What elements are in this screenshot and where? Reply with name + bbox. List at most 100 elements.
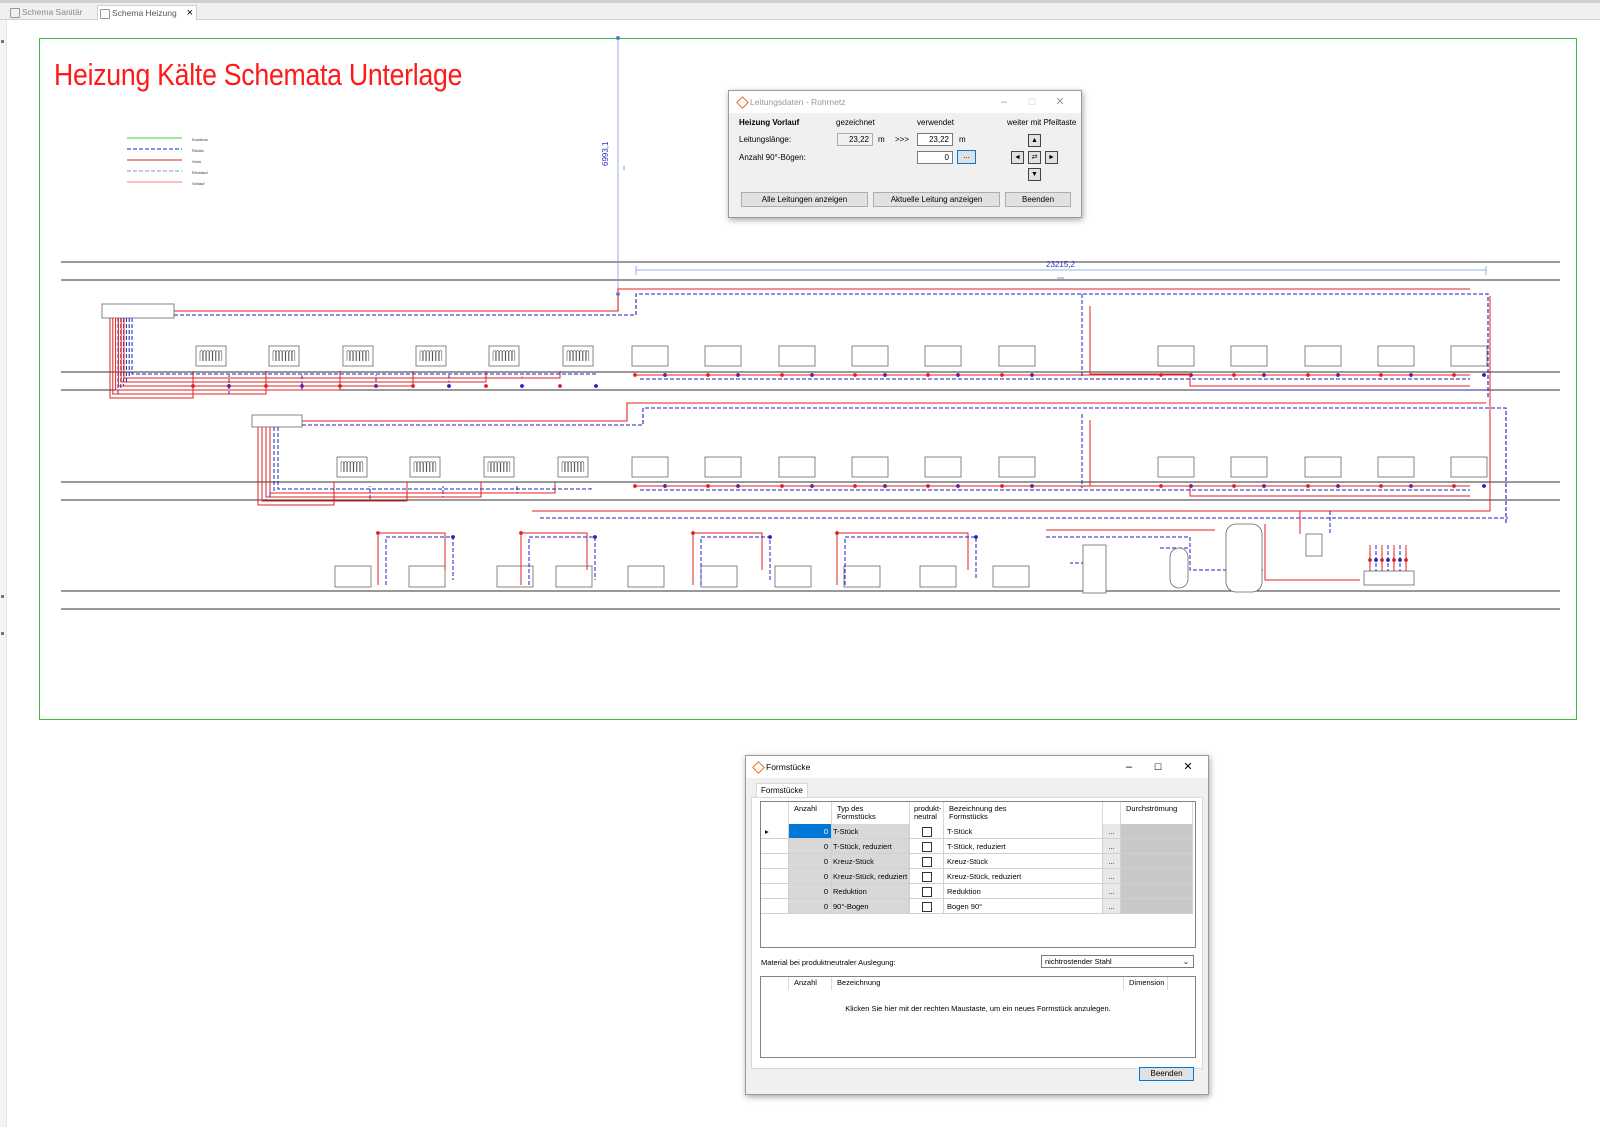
bezeichnung-cell[interactable]: Kreuz-Stück, reduziert bbox=[944, 869, 1103, 884]
anzahl-cell[interactable]: 0 bbox=[789, 884, 832, 899]
table-row[interactable]: 0 Kreuz-Stück Kreuz-Stück... bbox=[761, 854, 1193, 869]
show-all-pipes-button[interactable]: Alle Leitungen anzeigen bbox=[741, 192, 868, 207]
material-select[interactable]: nichtrostender Stahl ⌄ bbox=[1041, 955, 1194, 968]
dimension-horizontal[interactable]: 23215,2 bbox=[1046, 260, 1075, 269]
bezeichnung-cell[interactable]: T-Stück bbox=[944, 824, 1103, 839]
checkbox[interactable] bbox=[922, 872, 932, 882]
row-browse-button[interactable]: ... bbox=[1103, 884, 1121, 899]
produktneutral-cell[interactable] bbox=[910, 899, 944, 914]
table-row[interactable]: ▸ 0 T-Stück T-Stück... bbox=[761, 824, 1193, 839]
arrow-down-button[interactable]: ▼ bbox=[1028, 168, 1041, 181]
dimension-vertical[interactable]: 6993,1 bbox=[601, 142, 610, 166]
table-row[interactable]: 0 Reduktion Reduktion... bbox=[761, 884, 1193, 899]
table-row[interactable]: 0 90°-Bogen Bogen 90°... bbox=[761, 899, 1193, 914]
formstuecke-grid[interactable]: Anzahl Typ des Formstücks produkt-neutra… bbox=[760, 801, 1196, 948]
bezeichnung-cell[interactable]: Kreuz-Stück bbox=[944, 854, 1103, 869]
heating-unit-symbol bbox=[1230, 456, 1268, 478]
pipe-node bbox=[558, 384, 562, 388]
anzahl-cell[interactable]: 0 bbox=[789, 839, 832, 854]
anzahl-cell[interactable]: 0 bbox=[789, 824, 832, 839]
produktneutral-cell[interactable] bbox=[910, 824, 944, 839]
minimize-icon[interactable]: – bbox=[1114, 756, 1144, 778]
radiator-symbol bbox=[342, 345, 374, 367]
heating-unit-symbol bbox=[631, 456, 669, 478]
row-browse-button[interactable]: ... bbox=[1103, 824, 1121, 839]
column-header-produktneutral[interactable]: produkt-neutral bbox=[910, 802, 944, 824]
arrow-left-button[interactable]: ◄ bbox=[1011, 151, 1024, 164]
maximize-icon[interactable]: ☐ bbox=[1143, 756, 1173, 778]
column-header-dimension[interactable]: Dimension bbox=[1124, 977, 1168, 990]
grid-empty-hint[interactable]: Klicken Sie hier mit der rechten Maustas… bbox=[761, 1004, 1195, 1013]
pipe-node bbox=[520, 384, 524, 388]
checkbox[interactable] bbox=[922, 827, 932, 837]
pipe-node bbox=[616, 292, 620, 296]
produktneutral-cell[interactable] bbox=[910, 884, 944, 899]
heating-unit-symbol bbox=[924, 345, 962, 367]
bezeichnung-cell[interactable]: T-Stück, reduziert bbox=[944, 839, 1103, 854]
heating-unit-symbol bbox=[778, 345, 816, 367]
material-select-value: nichtrostender Stahl bbox=[1045, 957, 1112, 966]
arrow-up-button[interactable]: ▲ bbox=[1028, 134, 1041, 147]
row-browse-button[interactable]: ... bbox=[1103, 869, 1121, 884]
length-used-field[interactable]: 23,22 bbox=[917, 133, 953, 146]
column-header-typ[interactable]: Typ des Formstücks bbox=[832, 802, 910, 824]
radiator-symbol bbox=[336, 456, 368, 478]
length-label: Leitungslänge: bbox=[739, 135, 792, 144]
chevron-down-icon: ⌄ bbox=[1182, 957, 1189, 966]
checkbox[interactable] bbox=[922, 857, 932, 867]
heating-unit-symbol bbox=[1450, 345, 1488, 367]
column-header-anzahl[interactable]: Anzahl bbox=[789, 802, 832, 824]
custom-fittings-grid[interactable]: Anzahl Bezeichnung Dimension Klicken Sie… bbox=[760, 976, 1196, 1058]
pipe-node bbox=[835, 531, 839, 535]
bezeichnung-cell[interactable]: Bogen 90° bbox=[944, 899, 1103, 914]
column-header-durchstroemung[interactable]: Durchströmung bbox=[1121, 802, 1193, 824]
checkbox[interactable] bbox=[922, 887, 932, 897]
bends-field[interactable]: 0 bbox=[917, 151, 953, 164]
length-unit: m bbox=[878, 135, 885, 144]
maximize-icon[interactable]: ☐ bbox=[1017, 91, 1047, 113]
produktneutral-cell[interactable] bbox=[910, 854, 944, 869]
bends-browse-button[interactable]: ... bbox=[957, 150, 976, 164]
close-button[interactable]: Beenden bbox=[1005, 192, 1071, 207]
pipe-heading: Heizung Vorlauf bbox=[739, 118, 800, 127]
swap-button[interactable]: ⇄ bbox=[1028, 151, 1041, 164]
dialog-titlebar[interactable]: Formstücke – ☐ ✕ bbox=[746, 756, 1208, 778]
arrow-right-button[interactable]: ► bbox=[1045, 151, 1058, 164]
close-icon[interactable]: ✕ bbox=[1045, 91, 1075, 113]
checkbox[interactable] bbox=[922, 842, 932, 852]
anzahl-cell[interactable]: 0 bbox=[789, 854, 832, 869]
close-button[interactable]: Beenden bbox=[1139, 1067, 1194, 1081]
produktneutral-cell[interactable] bbox=[910, 839, 944, 854]
column-header-bezeichnung[interactable]: Bezeichnung des Formstücks bbox=[944, 802, 1103, 824]
heating-unit-symbol bbox=[631, 345, 669, 367]
distributor-symbol bbox=[101, 303, 175, 319]
row-browse-button[interactable]: ... bbox=[1103, 899, 1121, 914]
legend-label: Rücklauf bbox=[192, 170, 208, 175]
row-browse-button[interactable]: ... bbox=[1103, 854, 1121, 869]
floor-unit-symbol bbox=[627, 565, 665, 588]
column-header-bezeichnung[interactable]: Bezeichnung bbox=[832, 977, 1124, 990]
column-header-button bbox=[1103, 802, 1121, 824]
produktneutral-cell[interactable] bbox=[910, 869, 944, 884]
durchstroemung-cell bbox=[1121, 869, 1193, 884]
anzahl-cell[interactable]: 0 bbox=[789, 869, 832, 884]
floor-unit-symbol bbox=[496, 565, 534, 588]
row-header-column bbox=[761, 802, 789, 824]
table-row[interactable]: 0 Kreuz-Stück, reduziert Kreuz-Stück, redu… bbox=[761, 869, 1193, 884]
bezeichnung-cell[interactable]: Reduktion bbox=[944, 884, 1103, 899]
show-current-pipe-button[interactable]: Aktuelle Leitung anzeigen bbox=[873, 192, 1000, 207]
pipe-node bbox=[411, 384, 415, 388]
minimize-icon[interactable]: – bbox=[989, 91, 1019, 113]
heating-unit-symbol bbox=[1304, 345, 1342, 367]
tab-formstuecke[interactable]: Formstücke bbox=[756, 783, 808, 798]
heating-unit-symbol bbox=[1157, 456, 1195, 478]
table-row[interactable]: 0 T-Stück, reduziert T-Stück, reduziert... bbox=[761, 839, 1193, 854]
anzahl-cell[interactable]: 0 bbox=[789, 899, 832, 914]
checkbox[interactable] bbox=[922, 902, 932, 912]
row-browse-button[interactable]: ... bbox=[1103, 839, 1121, 854]
close-icon[interactable]: ✕ bbox=[1173, 756, 1203, 778]
pipe-node bbox=[691, 531, 695, 535]
expansion-vessel-symbol bbox=[1169, 547, 1189, 589]
column-header-anzahl[interactable]: Anzahl bbox=[789, 977, 832, 990]
dialog-titlebar[interactable]: Leitungsdaten - Rohrnetz – ☐ ✕ bbox=[729, 91, 1081, 113]
